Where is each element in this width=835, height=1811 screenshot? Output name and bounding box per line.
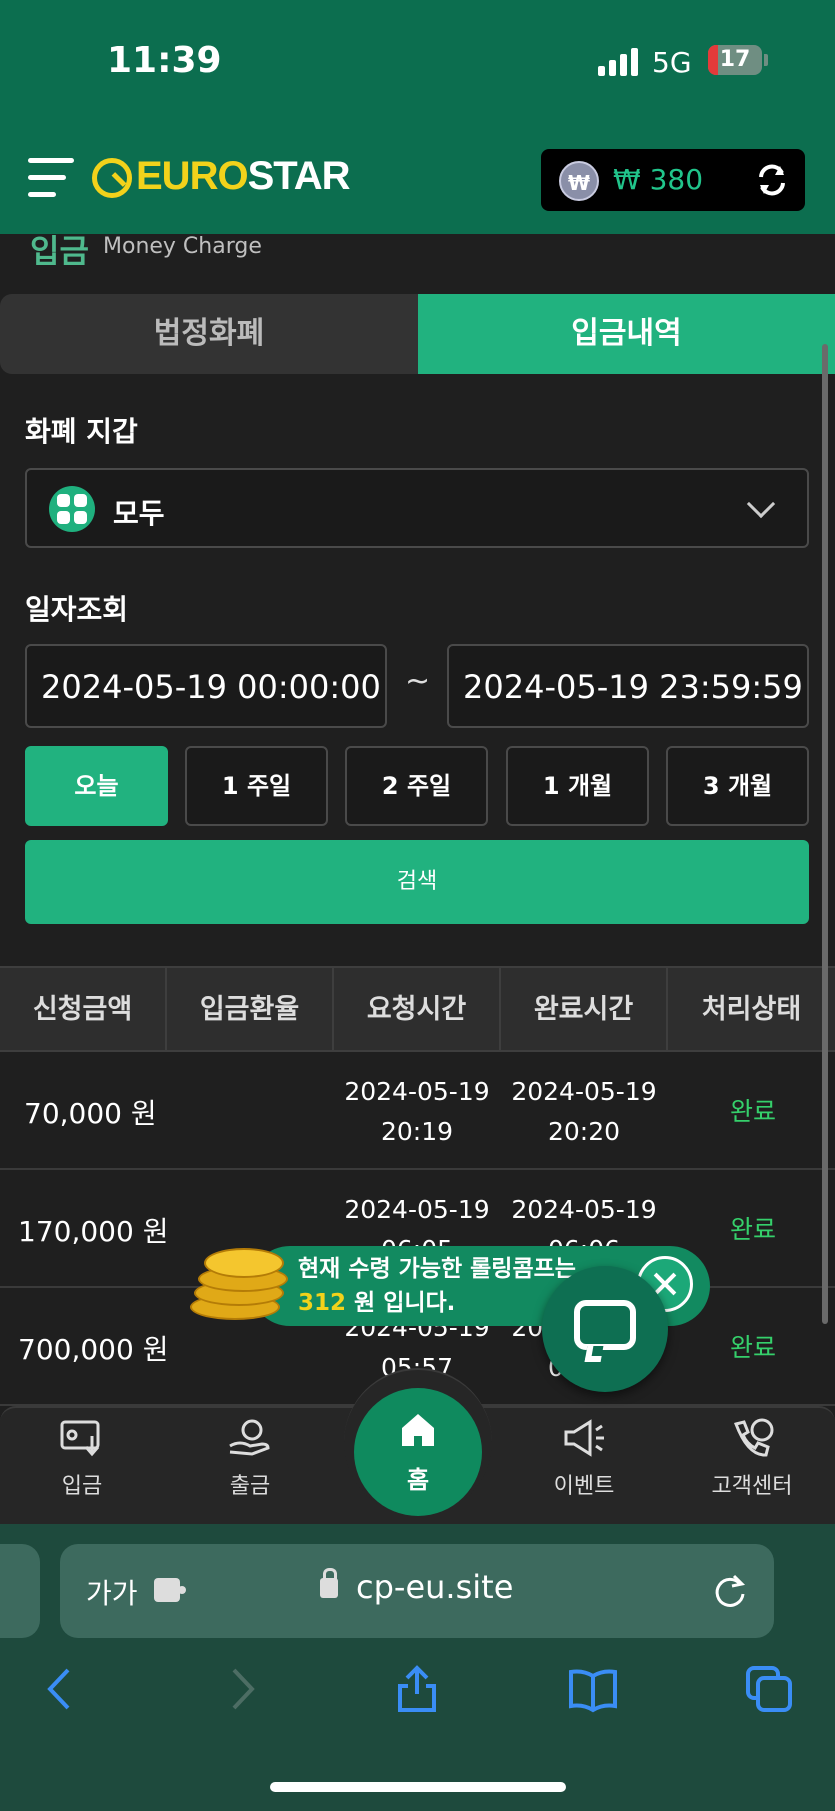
wallet-select[interactable]: 모두: [25, 468, 809, 548]
network-label: 5G: [652, 46, 692, 79]
grid-icon: [49, 486, 95, 532]
forward-icon[interactable]: [216, 1664, 266, 1714]
home-indicator: [270, 1782, 566, 1792]
quick-1month-button[interactable]: 1 개월: [506, 746, 649, 826]
text-size-button[interactable]: 가가: [86, 1572, 138, 1612]
date-separator: ~: [405, 664, 431, 699]
row-status: 완료: [730, 1333, 777, 1362]
col-request-time: 요청시간: [334, 968, 501, 1052]
page-title: 입금: [30, 232, 89, 270]
chat-button[interactable]: [542, 1266, 668, 1392]
gold-coins-icon: [190, 1242, 290, 1326]
battery-tip: [764, 54, 768, 66]
signal-icon: [598, 48, 640, 76]
tab-fiat[interactable]: 법정화폐: [0, 294, 418, 374]
nav-withdraw[interactable]: 출금: [190, 1418, 310, 1500]
nav-home-label: 홈: [406, 1466, 430, 1494]
row-amount: 170,000 원: [18, 1215, 169, 1248]
row-status: 완료: [730, 1097, 777, 1126]
support-phone-icon: [734, 1418, 774, 1457]
scrollbar[interactable]: [822, 344, 828, 1324]
nav-support[interactable]: 고객센터: [692, 1418, 812, 1500]
nav-deposit[interactable]: 입금: [22, 1418, 142, 1500]
col-status: 처리상태: [701, 994, 802, 1025]
date-filter-label: 일자조회: [25, 593, 129, 626]
wallet-filter-label: 화폐 지갑: [25, 415, 138, 448]
hamburger-menu-icon[interactable]: [28, 158, 74, 198]
table-row: 70,000 원 2024-05-19 20:19 2024-05-19 20:20…: [0, 1052, 835, 1170]
share-icon[interactable]: [392, 1664, 442, 1714]
url-text: cp-eu.site: [356, 1568, 514, 1606]
home-icon: [402, 1414, 434, 1446]
battery-icon: 17: [708, 45, 762, 75]
search-button[interactable]: 검색: [25, 840, 809, 924]
nav-home[interactable]: 홈: [354, 1388, 482, 1516]
page-subtitle: Money Charge: [103, 234, 262, 259]
quick-today-button[interactable]: 오늘: [25, 746, 168, 826]
reload-icon[interactable]: [710, 1570, 750, 1610]
previous-tab-stub[interactable]: [0, 1544, 40, 1638]
back-icon[interactable]: [36, 1664, 86, 1714]
megaphone-icon: [564, 1419, 604, 1457]
bookmarks-icon[interactable]: [568, 1664, 618, 1714]
quick-1week-button[interactable]: 1 주일: [185, 746, 328, 826]
table-header: 신청금액 입금환율 요청시간 완료시간 처리상태: [0, 966, 835, 1052]
chat-icon: [574, 1300, 636, 1350]
wallet-balance[interactable]: ₩ ₩ 380: [541, 149, 805, 211]
col-amount: 신청금액: [0, 968, 167, 1052]
brand-logo[interactable]: EUROSTAR: [136, 154, 350, 199]
nav-deposit-label: 입금: [61, 1474, 103, 1499]
row-amount: 70,000 원: [24, 1097, 157, 1130]
nav-withdraw-label: 출금: [229, 1474, 271, 1499]
won-coin-icon: ₩: [559, 161, 599, 201]
wallet-select-value: 모두: [113, 497, 165, 530]
date-to-input[interactable]: 2024-05-19 23:59:59: [447, 644, 809, 728]
lock-icon: [320, 1568, 338, 1598]
row-status: 완료: [730, 1215, 777, 1244]
extension-icon[interactable]: [152, 1576, 188, 1604]
row-request-time: 2024-05-19 20:19: [344, 1077, 490, 1146]
nav-event-label: 이벤트: [553, 1474, 615, 1499]
logo-icon: [92, 158, 132, 198]
nav-support-label: 고객센터: [711, 1474, 793, 1499]
quick-2week-button[interactable]: 2 주일: [345, 746, 488, 826]
chat-icon-tail: [584, 1346, 604, 1362]
withdraw-icon: [229, 1419, 270, 1456]
refresh-icon[interactable]: [753, 161, 791, 199]
battery-level: 17: [719, 47, 751, 72]
tabs-icon[interactable]: [744, 1664, 794, 1714]
tab-deposit-history[interactable]: 입금내역: [418, 294, 835, 374]
row-amount: 700,000 원: [18, 1333, 169, 1366]
wallet-amount: ₩ 380: [613, 163, 704, 196]
status-time: 11:39: [107, 40, 222, 81]
brand-euro: EURO: [136, 154, 249, 198]
tab-bar: 법정화폐 입금내역: [0, 294, 835, 374]
col-rate: 입금환율: [167, 968, 334, 1052]
brand-star: STAR: [247, 154, 351, 198]
date-from-input[interactable]: 2024-05-19 00:00:00: [25, 644, 387, 728]
deposit-icon: [60, 1420, 100, 1457]
nav-event[interactable]: 이벤트: [524, 1418, 644, 1500]
row-complete-time: 2024-05-19 20:20: [511, 1077, 657, 1146]
chevron-down-icon: [746, 489, 776, 519]
address-bar[interactable]: 가가 cp-eu.site: [60, 1544, 774, 1638]
quick-3month-button[interactable]: 3 개월: [666, 746, 809, 826]
col-complete-time: 완료시간: [501, 968, 668, 1052]
